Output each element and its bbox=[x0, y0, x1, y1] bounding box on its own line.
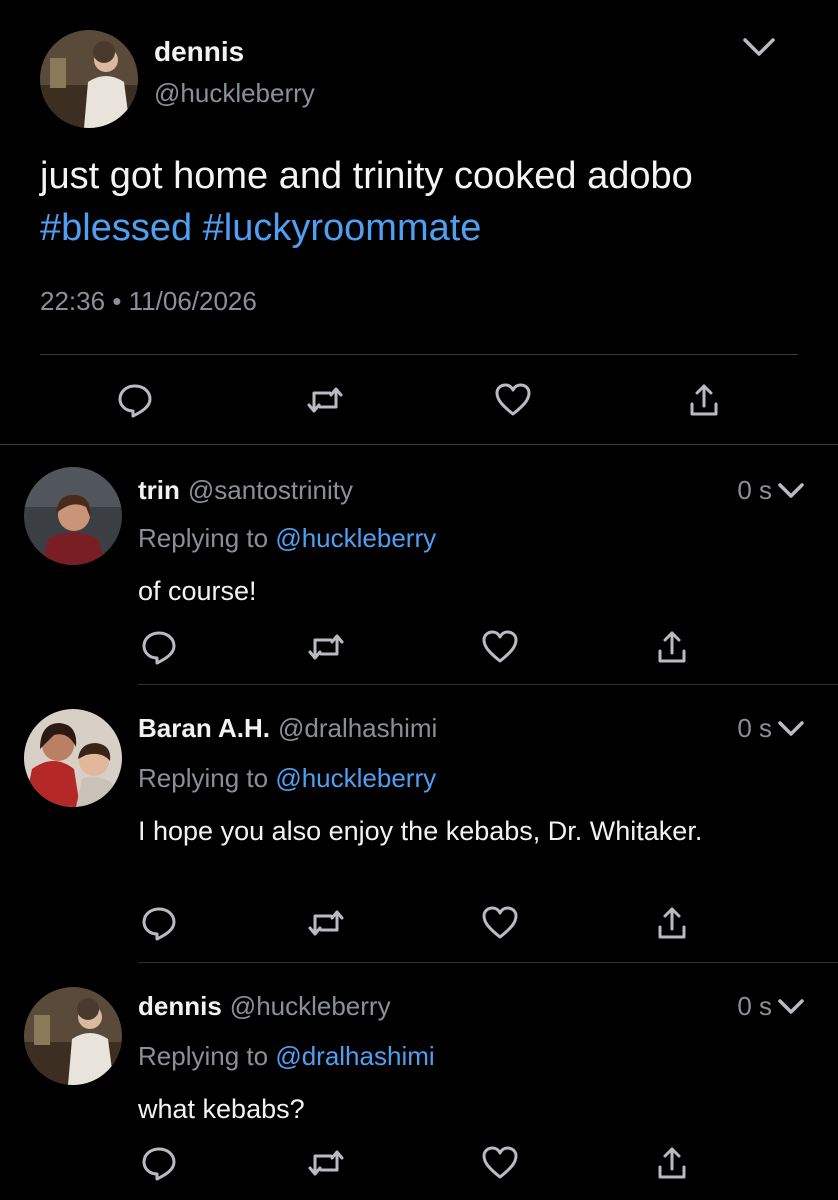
avatar[interactable] bbox=[24, 467, 122, 565]
chevron-down-icon[interactable] bbox=[776, 476, 806, 506]
retweet-icon bbox=[308, 910, 344, 936]
retweet-button[interactable] bbox=[306, 627, 346, 667]
share-icon bbox=[658, 907, 686, 939]
retweet-button[interactable] bbox=[306, 1143, 346, 1183]
author-name[interactable]: dennis bbox=[138, 991, 222, 1021]
avatar[interactable] bbox=[24, 987, 122, 1085]
author-name[interactable]: trin bbox=[138, 475, 180, 505]
reply-header: Baran A.H. @dralhashimi bbox=[138, 713, 437, 744]
replying-to: Replying to @dralhashimi bbox=[138, 1041, 435, 1072]
like-button[interactable] bbox=[480, 1143, 520, 1183]
share-icon bbox=[690, 384, 718, 416]
reply-tweet[interactable]: trin @santostrinity 0 s Replying to @huck… bbox=[0, 445, 838, 685]
reply-header: dennis @huckleberry bbox=[138, 991, 391, 1022]
chevron-down-icon[interactable] bbox=[776, 714, 806, 744]
replying-label: Replying to bbox=[138, 523, 269, 553]
reply-button[interactable] bbox=[139, 903, 179, 943]
speech-bubble-icon bbox=[142, 1147, 176, 1181]
tweet-text: just got home and trinity cooked adobo #… bbox=[40, 150, 810, 254]
author-handle[interactable]: @dralhashimi bbox=[278, 713, 437, 743]
share-button[interactable] bbox=[652, 903, 692, 943]
author-handle[interactable]: @huckleberry bbox=[154, 78, 315, 109]
chevron-down-icon[interactable] bbox=[776, 992, 806, 1022]
reply-time: 0 s bbox=[737, 475, 772, 505]
reply-button[interactable] bbox=[115, 380, 155, 420]
reply-header: trin @santostrinity bbox=[138, 475, 353, 506]
avatar[interactable] bbox=[40, 30, 138, 128]
share-button[interactable] bbox=[684, 380, 724, 420]
retweet-button[interactable] bbox=[305, 380, 345, 420]
share-button[interactable] bbox=[652, 627, 692, 667]
replying-label: Replying to bbox=[138, 763, 269, 793]
speech-bubble-icon bbox=[142, 631, 176, 665]
heart-icon bbox=[495, 383, 531, 416]
tweet-thread: dennis @huckleberry just got home and tr… bbox=[0, 0, 838, 1200]
retweet-button[interactable] bbox=[306, 903, 346, 943]
reply-tweet[interactable]: dennis @huckleberry 0 s Replying to @dral… bbox=[0, 963, 838, 1200]
author-handle[interactable]: @santostrinity bbox=[188, 475, 353, 505]
meta-separator: • bbox=[112, 286, 122, 316]
heart-icon bbox=[482, 1146, 518, 1179]
retweet-icon bbox=[308, 1150, 344, 1176]
tweet-date: 11/06/2026 bbox=[128, 286, 257, 316]
reply-time: 0 s bbox=[737, 713, 772, 743]
share-button[interactable] bbox=[652, 1143, 692, 1183]
reply-text: what kebabs? bbox=[138, 1094, 305, 1124]
tweet-timestamp: 22:36 • 11/06/2026 bbox=[40, 286, 257, 317]
tweet-time: 22:36 bbox=[40, 286, 106, 316]
main-tweet: dennis @huckleberry just got home and tr… bbox=[0, 0, 838, 445]
like-button[interactable] bbox=[493, 380, 533, 420]
retweet-icon bbox=[307, 387, 343, 413]
tweet-text-body: just got home and trinity cooked adobo bbox=[40, 155, 693, 197]
reply-text: I hope you also enjoy the kebabs, Dr. Wh… bbox=[138, 816, 703, 846]
heart-icon bbox=[482, 630, 518, 663]
reply-tweet[interactable]: Baran A.H. @dralhashimi 0 s Replying to @… bbox=[0, 685, 838, 963]
speech-bubble-icon bbox=[142, 907, 176, 941]
chevron-down-icon[interactable] bbox=[742, 30, 776, 64]
divider bbox=[40, 354, 798, 355]
reply-button[interactable] bbox=[139, 1143, 179, 1183]
retweet-icon bbox=[308, 634, 344, 660]
replying-to-handle[interactable]: @dralhashimi bbox=[275, 1041, 434, 1071]
replying-to-handle[interactable]: @huckleberry bbox=[275, 523, 436, 553]
author-name[interactable]: dennis bbox=[154, 36, 244, 68]
reply-button[interactable] bbox=[139, 627, 179, 667]
author-name[interactable]: Baran A.H. bbox=[138, 713, 270, 743]
avatar[interactable] bbox=[24, 709, 122, 807]
replying-to: Replying to @huckleberry bbox=[138, 763, 436, 794]
reply-time: 0 s bbox=[737, 991, 772, 1021]
tweet-hashtags[interactable]: #blessed #luckyroommate bbox=[40, 202, 810, 254]
share-icon bbox=[658, 631, 686, 663]
author-handle[interactable]: @huckleberry bbox=[230, 991, 391, 1021]
reply-text: of course! bbox=[138, 576, 257, 606]
heart-icon bbox=[482, 906, 518, 939]
like-button[interactable] bbox=[480, 903, 520, 943]
replying-to-handle[interactable]: @huckleberry bbox=[275, 763, 436, 793]
share-icon bbox=[658, 1147, 686, 1179]
replying-to: Replying to @huckleberry bbox=[138, 523, 436, 554]
replying-label: Replying to bbox=[138, 1041, 269, 1071]
speech-bubble-icon bbox=[118, 384, 152, 418]
like-button[interactable] bbox=[480, 627, 520, 667]
